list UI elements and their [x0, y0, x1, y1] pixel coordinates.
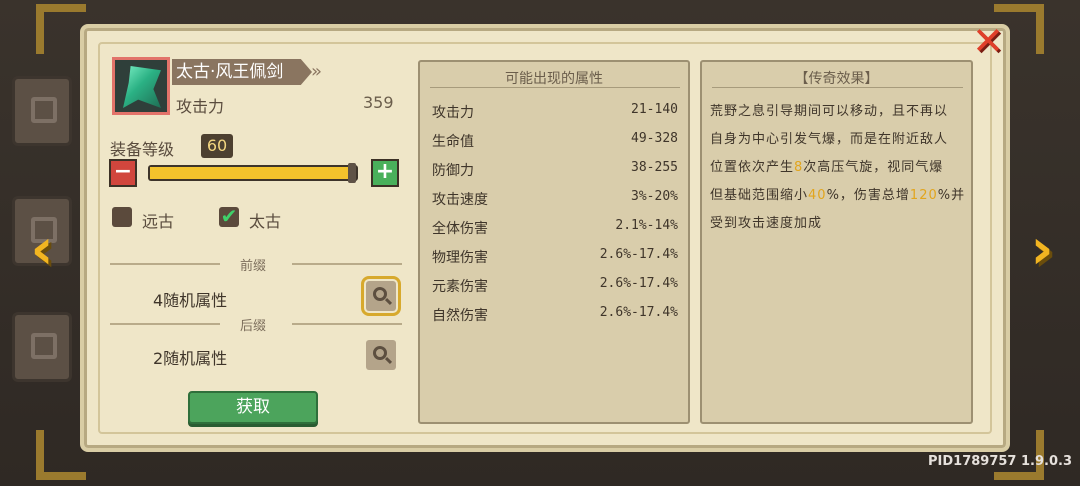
attribute-row: 攻击力 21-140 — [432, 102, 678, 122]
effect-text: 次高压气旋，视同气爆 — [803, 160, 944, 175]
divider — [430, 87, 680, 88]
prefix-text: 4随机属性 — [153, 291, 228, 310]
level-slider[interactable] — [148, 163, 358, 183]
effect-text: 受到攻击速度加成 — [710, 216, 823, 231]
effect-line: 但基础范围缩小40%，伤害总增120%并 — [710, 184, 965, 203]
arrow-right-icon[interactable]: › — [1022, 222, 1062, 282]
effect-line: 位置依次产生8次高压气旋，视同气爆 — [710, 156, 943, 175]
attribute-row: 自然伤害 2.6%-17.4% — [432, 305, 678, 325]
level-value: 60 — [201, 134, 233, 158]
arrow-left-icon[interactable]: ‹ — [22, 222, 62, 282]
search-icon[interactable] — [361, 276, 401, 316]
grid-icon — [31, 333, 57, 359]
effect-number: 8 — [794, 160, 804, 175]
effect-text: 但基础范围缩小 — [710, 188, 809, 203]
attribute-row: 全体伤害 2.1%-14% — [432, 218, 678, 238]
legend-title: 【传奇效果】 — [794, 71, 879, 87]
get-button[interactable]: 获取 — [188, 391, 318, 424]
stat-label: 攻击力 — [176, 97, 225, 116]
effect-number: 40 — [808, 188, 827, 203]
effect-line: 荒野之息引导期间可以移动，且不再以 — [710, 100, 948, 119]
divider — [292, 263, 402, 265]
attribute-name: 防御力 — [432, 163, 474, 179]
attribute-row: 物理伤害 2.6%-17.4% — [432, 247, 678, 267]
effect-number: 120 — [909, 188, 938, 203]
close-icon[interactable]: ✕ — [970, 22, 1006, 60]
divider — [110, 263, 220, 265]
effect-line: 自身为中心引发气爆，而是在附近敌人 — [710, 128, 948, 147]
effect-text: %，伤害总增 — [826, 188, 910, 203]
sidebar-tab-accessory[interactable] — [12, 312, 72, 382]
attribute-range: 2.6%-17.4% — [599, 276, 678, 291]
attribute-name: 攻击速度 — [432, 192, 488, 208]
sword-art-icon — [123, 66, 161, 108]
effect-text: %并 — [937, 188, 966, 203]
attribute-name: 元素伤害 — [432, 279, 488, 295]
attribute-name: 全体伤害 — [432, 221, 488, 237]
attribute-range: 3%-20% — [631, 189, 678, 204]
corner-ornament — [36, 4, 86, 54]
build-info: PID1789757 1.9.0.3 — [928, 454, 1072, 469]
checkbox-primal-label: 太古 — [249, 212, 282, 231]
weapon-icon-frame[interactable] — [112, 57, 170, 115]
legend-box: 【传奇效果】 荒野之息引导期间可以移动，且不再以 自身为中心引发气爆，而是在附近敌… — [700, 60, 973, 424]
attribute-row: 攻击速度 3%-20% — [432, 189, 678, 209]
attribute-row: 防御力 38-255 — [432, 160, 678, 180]
attribute-name: 攻击力 — [432, 105, 474, 121]
attribute-range: 21-140 — [631, 102, 678, 117]
divider — [712, 87, 963, 88]
plus-icon[interactable]: + — [371, 159, 399, 187]
attribute-name: 生命值 — [432, 134, 474, 150]
effect-text: 荒野之息引导期间可以移动，且不再以 — [710, 104, 949, 119]
minus-icon[interactable]: − — [109, 159, 137, 187]
prefix-title: 前缀 — [240, 259, 267, 274]
attribute-name: 物理伤害 — [432, 250, 488, 266]
checkbox-primal[interactable]: ✔ — [219, 206, 239, 227]
suffix-text: 2随机属性 — [153, 349, 228, 368]
attribute-range: 2.6%-17.4% — [599, 305, 678, 320]
attribute-name: 自然伤害 — [432, 308, 488, 324]
effect-text: 位置依次产生 — [710, 160, 795, 175]
weapon-name: 太古·风王佩剑 — [172, 59, 312, 85]
stat-value: 359 — [363, 93, 394, 112]
sword-icon — [31, 97, 57, 123]
attribute-range: 38-255 — [631, 160, 678, 175]
attribute-row: 生命值 49-328 — [432, 131, 678, 151]
suffix-title: 后缀 — [240, 319, 267, 334]
attributes-title: 可能出现的属性 — [505, 71, 603, 87]
corner-ornament — [36, 430, 86, 480]
effect-text: 自身为中心引发气爆，而是在附近敌人 — [710, 132, 949, 147]
attribute-row: 元素伤害 2.6%-17.4% — [432, 276, 678, 296]
search-icon[interactable] — [366, 340, 396, 370]
divider — [292, 323, 402, 325]
attribute-range: 2.6%-17.4% — [599, 247, 678, 262]
checkbox-ancient[interactable] — [112, 207, 132, 227]
slider-handle[interactable] — [348, 163, 356, 183]
attributes-box: 可能出现的属性 攻击力 21-140 生命值 49-328 防御力 38-255 攻击速度 3… — [418, 60, 690, 424]
slider-fill — [150, 167, 352, 179]
divider — [110, 323, 220, 325]
attribute-range: 49-328 — [631, 131, 678, 146]
attribute-range: 2.1%-14% — [615, 218, 678, 233]
checkbox-ancient-label: 远古 — [142, 212, 175, 231]
level-label: 装备等级 — [110, 140, 175, 159]
sidebar-tab-weapon[interactable] — [12, 76, 72, 146]
chevron-right-icon: » — [311, 61, 323, 82]
effect-line: 受到攻击速度加成 — [710, 212, 822, 231]
